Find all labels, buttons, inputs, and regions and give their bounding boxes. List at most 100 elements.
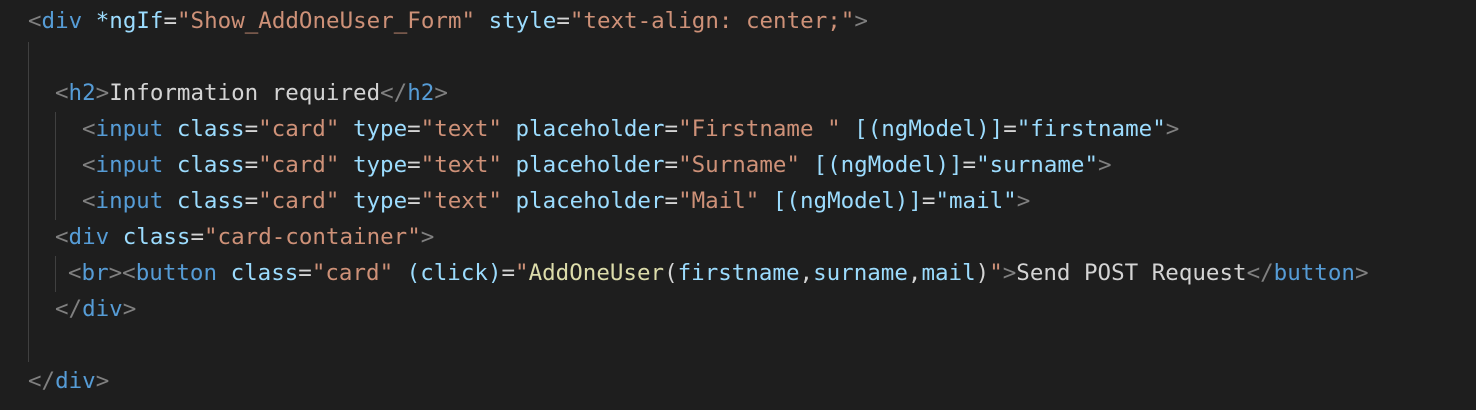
indent-guide [55,256,56,292]
code-line[interactable]: <input class="card" type="text" placehol… [82,111,1179,147]
code-token-attr: placeholder [515,116,665,142]
code-token-punct: = [664,188,679,214]
code-token-attr: type [352,152,408,178]
code-line[interactable]: </div> [28,363,109,399]
code-token-tag: h2 [68,80,96,106]
code-token-punct: = [244,188,259,214]
code-token-bracket: > [95,368,110,394]
code-token-attr: style [488,8,557,34]
code-token-str: "Firstname " [678,116,841,142]
code-token-punct: = [407,116,421,142]
code-line[interactable]: <h2>Information required</h2> [55,75,448,111]
code-token-bracket: < [55,224,69,250]
code-token-str: "card" [258,152,340,178]
code-token-tag: div [41,8,83,34]
code-token-bracket: > [434,80,448,106]
code-token-attr: "firstname" [1016,116,1166,142]
code-line[interactable]: <br><button class="card" (click)="AddOne… [68,255,1369,291]
code-token-bracket: > [122,296,137,322]
code-token-str: "card" [258,188,340,214]
code-token-str: " [515,260,529,286]
code-token-attr: class [176,116,245,142]
code-token-str: "card" [311,260,394,286]
code-token-punct: = [244,116,259,142]
code-editor[interactable]: <div *ngIf="Show_AddOneUser_Form" style=… [0,0,1476,410]
code-token-attr: [(ngModel)] [813,152,963,178]
code-token-attr: "mail" [935,188,1017,214]
code-token-bracket: > [1002,260,1017,286]
code-token-punct: = [163,8,178,34]
code-token-str: "text" [420,116,502,142]
code-token-attr: [(ngModel)] [854,116,1004,142]
code-token-punct: = [962,152,977,178]
code-token-tag: div [68,224,110,250]
code-line[interactable]: <input class="card" type="text" placehol… [82,147,1112,183]
code-token-str: "card" [258,116,340,142]
code-line[interactable]: <input class="card" type="text" placehol… [82,183,1030,219]
code-token-punct: ) [975,260,990,286]
code-token-attr: mail [921,260,976,286]
code-token-str: " [989,260,1003,286]
code-token-attr: surname [813,260,908,286]
code-token-punct: = [244,152,259,178]
code-line[interactable]: </div> [55,291,136,327]
code-token-str: "Surname" [678,152,800,178]
code-token-attr: *ngIf [95,8,164,34]
code-token-tag: button [135,260,218,286]
indent-guide [55,112,56,220]
code-token-tag: button [1273,260,1355,286]
code-token-attr: type [352,188,408,214]
code-token-attr: (click) [406,260,502,286]
code-line[interactable]: <div *ngIf="Show_AddOneUser_Form" style=… [28,3,868,39]
code-token-str: "text" [420,188,502,214]
code-token-bracket: < [55,80,69,106]
code-token-bracket: </ [1246,260,1274,286]
code-token-attr: class [122,224,191,250]
code-token-text: Send POST Request [1016,260,1247,286]
code-token-bracket: < [28,8,42,34]
code-token-bracket: </ [380,80,408,106]
code-token-punct: = [1003,116,1017,142]
code-token-attr: placeholder [515,152,665,178]
code-token-text: Information required [109,80,381,106]
code-token-punct: = [921,188,936,214]
code-token-bracket: > [1016,188,1031,214]
code-token-punct: = [664,116,679,142]
code-token-attr: firstname [677,260,800,286]
code-token-tag: h2 [407,80,435,106]
code-token-attr: placeholder [515,188,665,214]
code-token-bracket: >< [108,260,136,286]
code-token-bracket: </ [28,368,56,394]
code-token-tag: input [95,116,164,142]
code-line[interactable]: <div class="card-container"> [55,219,434,255]
code-token-tag: div [55,368,96,394]
code-token-attr: type [352,116,408,142]
code-token-attr: [(ngModel)] [772,188,922,214]
code-token-bracket: > [854,8,868,34]
code-token-punct: = [190,224,205,250]
code-token-str: "Mail" [678,188,760,214]
code-token-bracket: < [82,152,96,178]
code-token-bracket: > [95,80,110,106]
code-token-punct: = [407,152,421,178]
code-token-bracket: > [1354,260,1369,286]
code-token-bracket: </ [55,296,83,322]
code-token-punct: = [501,260,516,286]
code-token-str: "text" [420,152,502,178]
code-token-str: "card-container" [204,224,421,250]
